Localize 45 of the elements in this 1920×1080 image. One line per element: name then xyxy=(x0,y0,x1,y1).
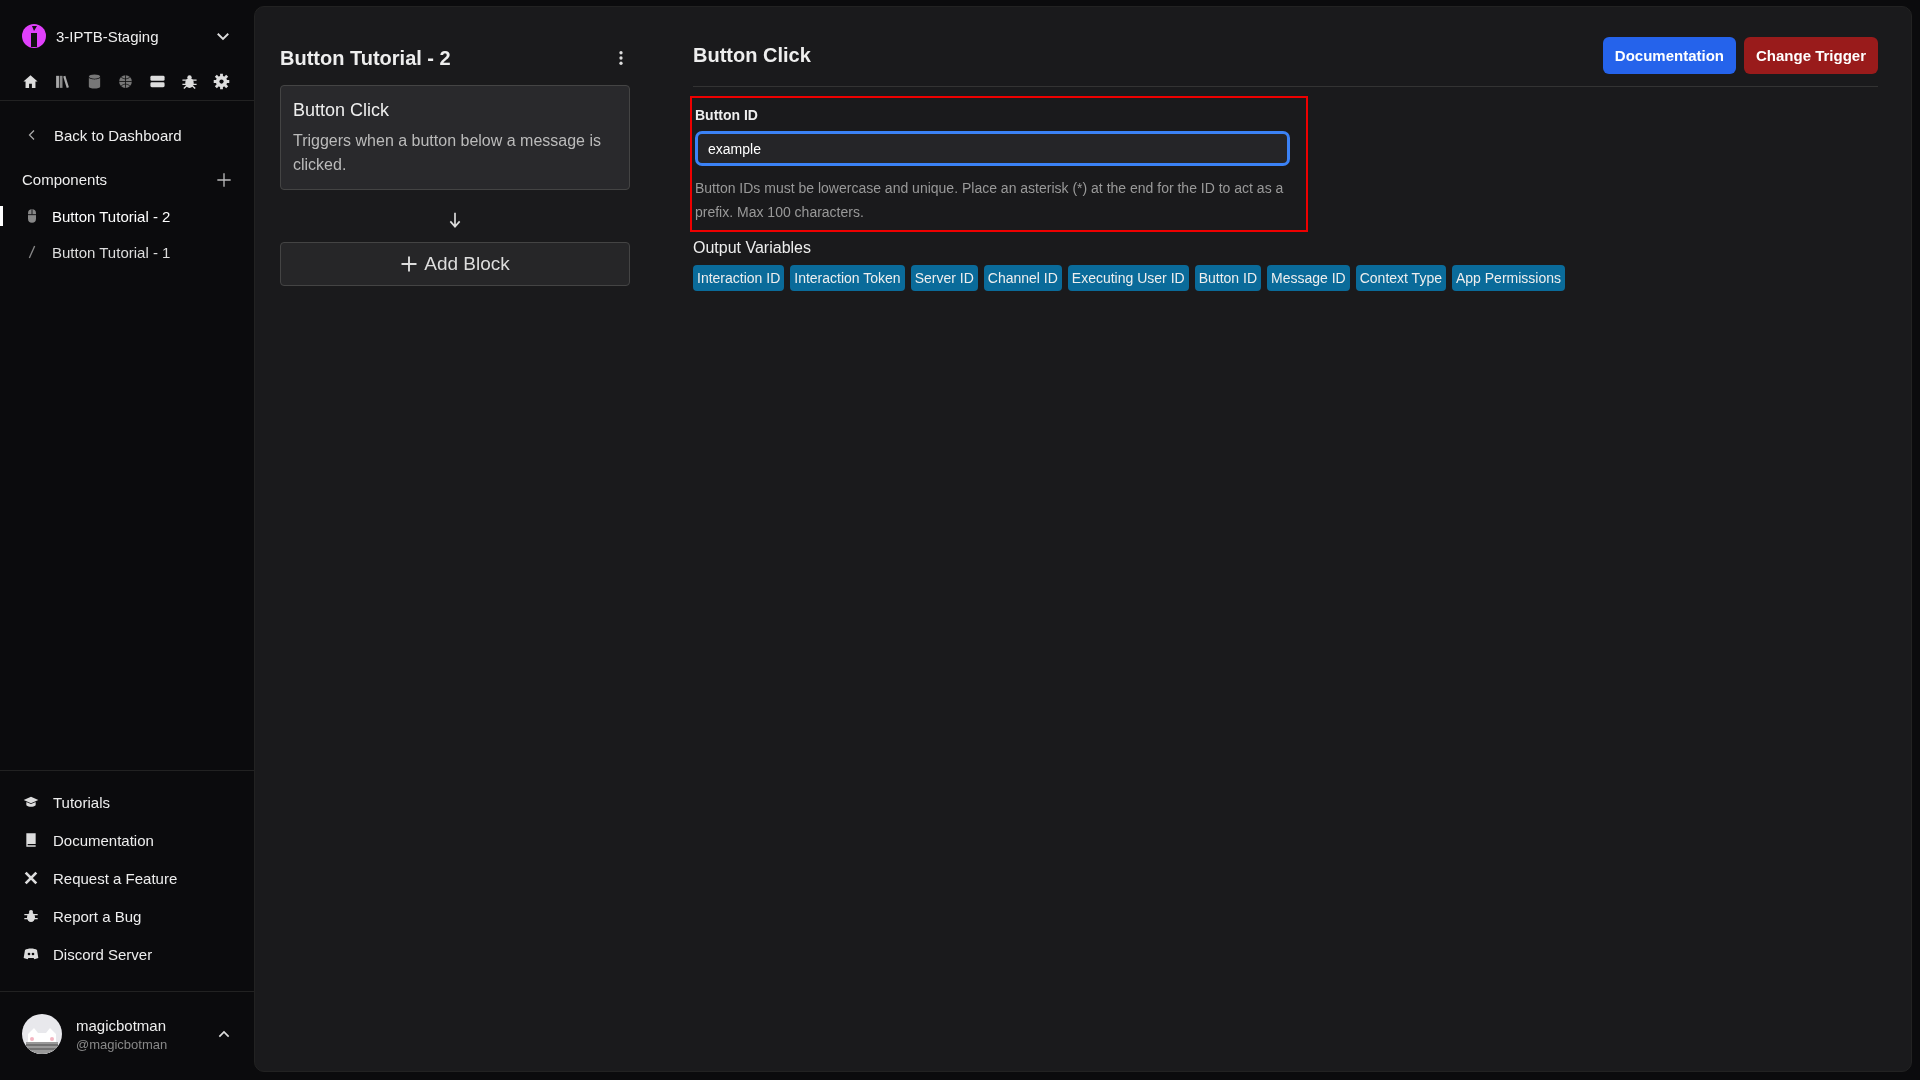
section-title: Output Variables xyxy=(693,239,812,257)
add-block-button[interactable]: Add Block xyxy=(280,242,630,286)
user-handle: @magicbotman xyxy=(76,1036,169,1052)
sidebar-item[interactable]: Button Tutorial - 1 xyxy=(0,234,254,270)
graduation-cap-icon xyxy=(23,794,39,810)
editor-title: Button Click xyxy=(693,44,811,67)
variable-tag[interactable]: Server ID xyxy=(910,265,978,291)
trigger-title: Button Click xyxy=(293,100,391,121)
flow-title: Button Tutorial - 2 xyxy=(280,46,451,70)
variable-tag[interactable]: Button ID xyxy=(1194,265,1261,291)
workspace-logo-icon xyxy=(22,24,46,48)
plus-icon xyxy=(400,255,419,273)
settings-icon[interactable] xyxy=(212,72,230,90)
variable-tag[interactable]: Context Type xyxy=(1355,265,1446,291)
variable-tag[interactable]: App Permissions xyxy=(1451,265,1565,291)
user-name: magicbotman xyxy=(76,1016,168,1034)
sidebar-link[interactable]: Discord Server xyxy=(0,935,254,973)
plus-icon[interactable] xyxy=(216,171,232,188)
variable-tag[interactable]: Channel ID xyxy=(983,265,1062,291)
variable-tag[interactable]: Message ID xyxy=(1267,265,1350,291)
back-link[interactable]: Back to Dashboard xyxy=(0,125,254,145)
book-icon xyxy=(23,832,39,848)
input-field[interactable]: example xyxy=(695,131,1290,166)
bug-icon[interactable] xyxy=(181,72,199,90)
action-button[interactable]: Documentation xyxy=(1602,37,1736,74)
variable-tag[interactable]: Interaction ID xyxy=(693,265,785,291)
field-label: Button ID xyxy=(695,107,759,123)
sidebar-item[interactable]: Button Tutorial - 2 xyxy=(0,198,254,234)
tools-icon xyxy=(23,870,39,886)
variable-tag[interactable]: Executing User ID xyxy=(1067,265,1189,291)
sidebar-link[interactable]: Documentation xyxy=(0,821,254,859)
home-icon[interactable] xyxy=(22,72,39,90)
sidebar-link[interactable]: Request a Feature xyxy=(0,859,254,897)
variable-tag[interactable]: Interaction Token xyxy=(790,265,905,291)
chat-bubble-icon xyxy=(23,946,39,962)
workspace-name: 3-IPTB-Staging xyxy=(56,27,160,45)
sidebar-link[interactable]: Tutorials xyxy=(0,783,254,821)
trigger-card[interactable]: Button Click Triggers when a button below a message is clicked. xyxy=(280,85,630,190)
trigger-description: Triggers when a button below a message is clicked. xyxy=(293,131,602,175)
help-text: Button IDs must be lowercase and unique. Place an asterisk (*) at the end for the ID to act as a prefix. Max 100 characters. xyxy=(695,179,1285,222)
bug-icon xyxy=(23,908,39,924)
sidebar-link[interactable]: Report a Bug xyxy=(0,897,254,935)
action-button[interactable]: Change Trigger xyxy=(1743,37,1878,74)
globe-icon[interactable] xyxy=(117,72,135,90)
section-title: Components xyxy=(22,171,108,188)
